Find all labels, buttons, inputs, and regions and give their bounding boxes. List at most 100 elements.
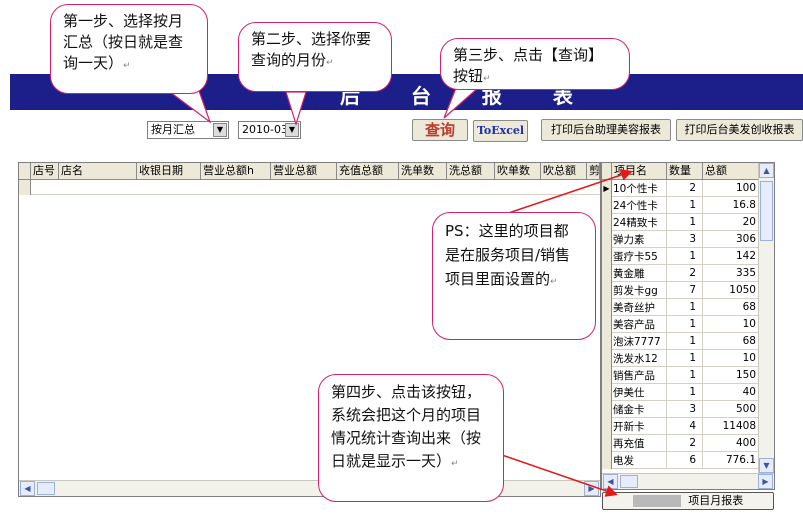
callout-step3-text: 第三步、点击【查询】按钮 bbox=[453, 46, 604, 85]
col-revenue-total[interactable]: 营业总额 bbox=[271, 163, 337, 179]
table-row[interactable]: 剪发卡gg 7 1050 bbox=[602, 282, 758, 299]
table-row[interactable]: 开新卡 4 11408 bbox=[602, 418, 758, 435]
callout-step1: 第一步、选择按月汇总（按日就是查询一天）↵ bbox=[50, 4, 208, 94]
item-total-cell: 776.1 bbox=[725, 454, 756, 466]
item-name-cell: 再充值 bbox=[612, 435, 667, 452]
item-total-cell: 40 bbox=[742, 386, 756, 398]
item-qty-cell: 3 bbox=[667, 231, 703, 248]
table-row[interactable]: 24精致卡 1 20 bbox=[602, 214, 758, 231]
col-total[interactable]: 总额 bbox=[703, 163, 758, 179]
table-row[interactable]: 24个性卡 1 16.8 bbox=[602, 197, 758, 214]
chevron-down-icon[interactable]: ▼ bbox=[285, 123, 299, 137]
col-cut[interactable]: 剪 bbox=[587, 163, 600, 179]
row-selector[interactable] bbox=[602, 350, 612, 367]
item-qty-cell: 3 bbox=[667, 401, 703, 418]
table-row[interactable]: 弹力素 3 306 bbox=[602, 231, 758, 248]
col-blow-total[interactable]: 吹总额 bbox=[541, 163, 587, 179]
row-selector[interactable] bbox=[602, 333, 612, 350]
col-recharge-total[interactable]: 充值总额 bbox=[337, 163, 399, 179]
row-selector[interactable] bbox=[602, 452, 612, 469]
scroll-down-icon[interactable]: ▼ bbox=[759, 458, 774, 473]
item-name-cell: 24精致卡 bbox=[612, 214, 667, 231]
item-qty-cell: 1 bbox=[667, 248, 703, 265]
scroll-thumb[interactable] bbox=[620, 475, 638, 488]
item-name-cell: 10个性卡 bbox=[612, 180, 667, 197]
scroll-right-icon[interactable]: ▶ bbox=[584, 481, 599, 496]
item-name-cell: 泡沫7777 bbox=[612, 333, 667, 350]
row-selector[interactable] bbox=[602, 316, 612, 333]
item-qty-cell: 1 bbox=[667, 350, 703, 367]
main-horizontal-scrollbar[interactable]: ◀ ▶ bbox=[19, 480, 600, 496]
row-selector[interactable] bbox=[19, 180, 31, 195]
table-row[interactable]: ▶ 10个性卡 2 100 bbox=[602, 180, 758, 197]
item-name-cell: 开新卡 bbox=[612, 418, 667, 435]
summary-mode-select[interactable]: 按月汇总 ▼ bbox=[147, 121, 229, 139]
row-selector[interactable] bbox=[602, 384, 612, 401]
table-row[interactable]: 美容产品 1 10 bbox=[602, 316, 758, 333]
row-selector[interactable]: ▶ bbox=[602, 180, 612, 197]
item-horizontal-scrollbar[interactable]: ◀ ▶ bbox=[602, 473, 774, 489]
scroll-left-icon[interactable]: ◀ bbox=[20, 481, 35, 496]
col-quantity[interactable]: 数量 bbox=[667, 163, 703, 179]
row-selector[interactable] bbox=[602, 248, 612, 265]
table-row[interactable]: 黄金雕 2 335 bbox=[602, 265, 758, 282]
item-name-cell: 洗发水12 bbox=[612, 350, 667, 367]
table-row[interactable]: 销售产品 1 150 bbox=[602, 367, 758, 384]
row-selector[interactable] bbox=[602, 231, 612, 248]
row-selector[interactable] bbox=[602, 367, 612, 384]
row-selector[interactable] bbox=[602, 418, 612, 435]
item-monthly-report-button[interactable]: 项目月报表 bbox=[602, 492, 774, 510]
query-button[interactable]: 查询 bbox=[412, 119, 468, 141]
scroll-left-icon[interactable]: ◀ bbox=[603, 474, 618, 489]
item-total-cell: 16.8 bbox=[732, 199, 756, 211]
row-selector-header bbox=[19, 163, 31, 179]
table-row[interactable]: 美奇丝护 1 68 bbox=[602, 299, 758, 316]
item-vertical-scrollbar[interactable]: ▲ ▼ bbox=[758, 163, 774, 473]
table-row[interactable]: 电发 6 776.1 bbox=[602, 452, 758, 469]
row-selector[interactable] bbox=[602, 197, 612, 214]
col-wash-count[interactable]: 洗单数 bbox=[399, 163, 447, 179]
col-revenue-h[interactable]: 营业总额h bbox=[201, 163, 271, 179]
table-row[interactable]: 伊美仕 1 40 bbox=[602, 384, 758, 401]
col-store-no[interactable]: 店号 bbox=[31, 163, 59, 179]
row-selector[interactable] bbox=[602, 299, 612, 316]
scroll-thumb[interactable] bbox=[760, 181, 773, 241]
table-row[interactable]: 泡沫7777 1 68 bbox=[602, 333, 758, 350]
item-total-cell: 68 bbox=[742, 301, 756, 313]
item-summary-grid[interactable]: 项目名 数量 总额 ▶ 10个性卡 2 100 24个性卡 1 16.8 24精致卡 1 20 弹力… bbox=[601, 162, 775, 490]
scroll-thumb[interactable] bbox=[37, 482, 55, 495]
item-qty-cell: 2 bbox=[667, 180, 703, 197]
col-cashier-date[interactable]: 收银日期 bbox=[137, 163, 201, 179]
obscured-text bbox=[632, 495, 681, 507]
callout-step2: 第二步、选择你要查询的月份↵ bbox=[238, 22, 392, 92]
item-qty-cell: 1 bbox=[667, 316, 703, 333]
to-excel-button[interactable]: ToExcel bbox=[473, 120, 528, 142]
item-name-cell: 蛋疗卡55 bbox=[612, 248, 667, 265]
table-row[interactable]: 蛋疗卡55 1 142 bbox=[602, 248, 758, 265]
table-row[interactable]: 储金卡 3 500 bbox=[602, 401, 758, 418]
item-name-cell: 美容产品 bbox=[612, 316, 667, 333]
row-selector[interactable] bbox=[602, 282, 612, 299]
table-row[interactable]: 洗发水12 1 10 bbox=[602, 350, 758, 367]
chevron-down-icon[interactable]: ▼ bbox=[213, 123, 227, 137]
month-select[interactable]: 2010-03 ▼ bbox=[238, 121, 301, 139]
print-assistant-report-button[interactable]: 打印后台助理美容报表 bbox=[541, 119, 671, 141]
item-total-cell: 11408 bbox=[722, 420, 756, 432]
col-item-name[interactable]: 项目名 bbox=[612, 163, 667, 179]
scroll-right-icon[interactable]: ▶ bbox=[758, 474, 773, 489]
row-selector[interactable] bbox=[602, 214, 612, 231]
row-selector[interactable] bbox=[602, 265, 612, 282]
callout-step4-text: 第四步、点击该按钮，系统会把这个月的项目情况统计查询出来（按日就是显示一天） bbox=[331, 383, 482, 470]
scroll-up-icon[interactable]: ▲ bbox=[759, 163, 774, 178]
item-total-cell: 335 bbox=[735, 267, 756, 279]
col-store-name[interactable]: 店名 bbox=[59, 163, 137, 179]
para-mark: ↵ bbox=[451, 459, 459, 469]
print-hair-report-button[interactable]: 打印后台美发创收报表 bbox=[676, 119, 803, 141]
main-grid-empty-row[interactable] bbox=[19, 180, 600, 195]
table-row[interactable]: 再充值 2 400 bbox=[602, 435, 758, 452]
col-blow-count[interactable]: 吹单数 bbox=[495, 163, 541, 179]
item-qty-cell: 1 bbox=[667, 197, 703, 214]
col-wash-total[interactable]: 洗总额 bbox=[447, 163, 495, 179]
row-selector[interactable] bbox=[602, 435, 612, 452]
row-selector[interactable] bbox=[602, 401, 612, 418]
